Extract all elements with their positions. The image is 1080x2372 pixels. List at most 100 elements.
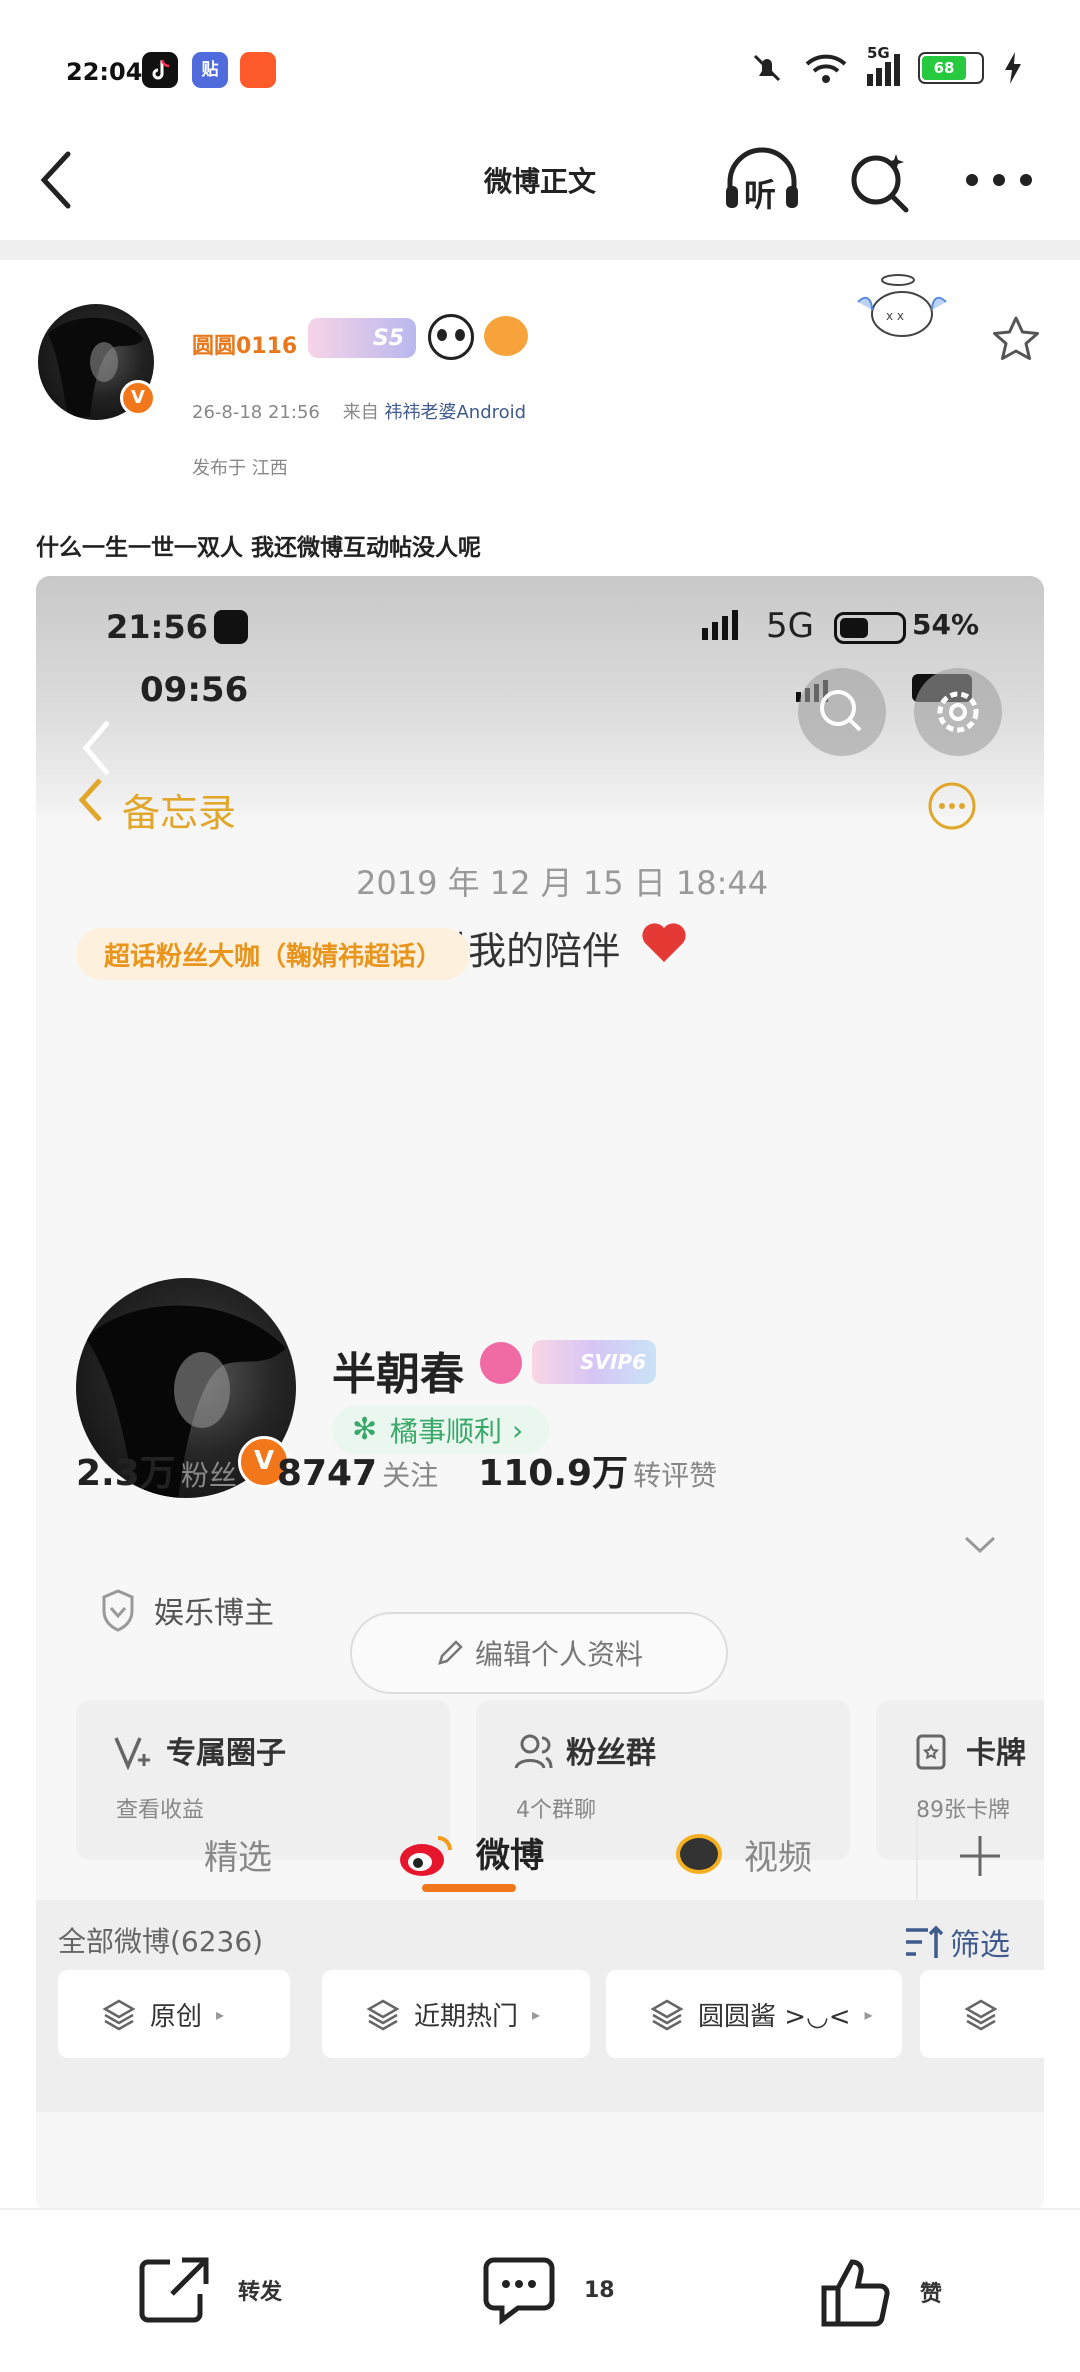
card-title: 专属圈子 [166,1736,286,1771]
card-title: 粉丝群 [566,1736,656,1771]
chip-custom: 圆圆酱 >◡< ▸ [606,1970,902,2058]
memo-date: 2019 年 12 月 15 日 18:44 [356,864,769,902]
angel-sticker-icon: x x [857,274,947,337]
v-plus-icon [114,1737,150,1771]
chip-label: 圆圆酱 >◡< [698,2001,851,2032]
inner-tiktok-icon [214,610,248,644]
profile-name: 半朝春 [332,1349,464,1400]
card-sub: 89张卡牌 [916,1798,1010,1823]
tab-video: 视频 [744,1838,812,1878]
inner-time: 09:56 [140,670,249,710]
inner-status-time: 21:56 [106,608,208,646]
chevron-right-icon: › [512,1413,524,1447]
post-username[interactable]: 圆圆0116 [192,328,297,360]
inner-battery: 54% [912,608,980,641]
stat-label: 关注 [382,1459,439,1492]
comment-icon [483,2257,555,2325]
weibo-logo-icon [398,1832,456,1878]
tab-featured: 精选 [204,1838,272,1878]
favorite-star-icon[interactable] [988,312,1044,368]
repost-button[interactable]: 转发 [136,2254,282,2326]
verified-badge-icon: V [120,380,156,416]
like-label: 赞 [920,2282,943,2307]
chip-trending: 近期热门 ▸ [322,1970,590,2058]
group-icon [514,1734,553,1769]
pencil-icon [438,1640,463,1665]
layers-icon [964,1999,998,2031]
stat-item: 2.3万 粉丝 [76,1444,237,1496]
app-icon [240,52,276,88]
chip-label: 近期热门 [414,2001,519,2032]
post-source[interactable]: 祎祎老婆Android [384,402,526,423]
listen-button[interactable]: 听 [720,144,804,216]
super-fan-badge: 超话粉丝大咖（鞠婧祎超话） [76,928,471,980]
video-icon [676,1834,722,1874]
repost-label: 转发 [238,2280,283,2305]
edit-profile-button: 编辑个人资料 [350,1612,728,1694]
page-title: 微博正文 [483,165,596,198]
battery-icon: 68 [918,52,984,84]
bottom-action-bar: 转发 18 赞 [0,2208,1080,2372]
card-title: 卡牌 [966,1736,1026,1771]
status-time: 22:04 [66,58,143,86]
stat-label: 粉丝 [180,1459,237,1492]
stat-value: 8747 [276,1453,378,1494]
inner-signal-icon [702,610,738,640]
svg-text:x x: x x [886,309,904,323]
filter-icon [906,1925,944,1958]
card-icon [916,1734,946,1770]
battery-level: 68 [922,56,966,80]
post-location: 发布于 江西 [192,458,288,479]
post-meta: 26-8-18 21:56 来自 祎祎老婆Android [192,398,526,424]
share-icon [139,2257,209,2323]
more-icon[interactable] [964,172,1034,188]
wifi-icon [805,54,847,83]
chip-original: 原创 ▸ [58,1970,290,2058]
stat-value: 110.9万 [478,1453,629,1494]
stat-value: 2.3万 [76,1453,176,1494]
fish-icon [484,316,528,356]
chip-label: 原创 [150,2001,203,2032]
tab-divider [916,1812,918,1902]
top-nav: 微博正文 听 [0,120,1080,240]
inner-network: 5G [766,606,814,646]
like-button[interactable]: 赞 [818,2254,942,2330]
level-badge-label: S5 [372,325,404,351]
source-prefix: 来自 [342,402,379,423]
divider [0,240,1080,260]
memo-back-icon [78,778,102,822]
svip-badge: SVIP6 [532,1340,656,1384]
network-label: 5G [867,44,890,62]
chevron-down-icon [964,1536,996,1554]
tab-weibo: 微博 [476,1836,544,1876]
comment-count: 18 [584,2277,615,2303]
inner-battery-icon [834,612,906,644]
charging-icon [1005,52,1021,84]
search-icon[interactable] [846,148,914,216]
layers-icon [366,1999,400,2031]
image-prev-icon[interactable] [76,716,116,780]
shield-icon [102,1589,134,1632]
all-posts-label: 全部微博(6236) [58,1925,264,1958]
heart-icon [642,923,686,962]
add-tab-icon [960,1836,1000,1876]
svip-label: SVIP6 [580,1350,646,1374]
caret-right-icon: ▸ [216,2004,225,2024]
layers-icon [650,1999,684,2031]
post-time: 26-8-18 21:56 [192,402,320,423]
inner-search-icon [798,668,886,756]
profile-search-icon [480,1342,522,1384]
leaf-icon: ✻ [352,1412,378,1447]
card-sub: 查看收益 [116,1798,205,1823]
stat-item: 8747 关注 [277,1453,438,1494]
profile-stats: 2.3万 粉丝 8747 关注 110.9万 转评赞 [76,1444,717,1496]
post-image[interactable]: 21:56 5G 54% 09:56 备忘录 2019 年 12 月 15 日 … [36,576,1044,2212]
profile-role: 娱乐博主 [154,1596,274,1631]
comment-button[interactable]: 18 [480,2254,615,2326]
memo-back-label: 备忘录 [122,791,237,835]
tiktok-icon [142,52,178,88]
tieba-icon: 贴 [192,52,228,88]
listen-label: 听 [744,176,777,214]
post-text: 什么一生一世一双人 我还微博互动帖没人呢 [36,535,482,561]
caret-right-icon: ▸ [864,2004,873,2024]
